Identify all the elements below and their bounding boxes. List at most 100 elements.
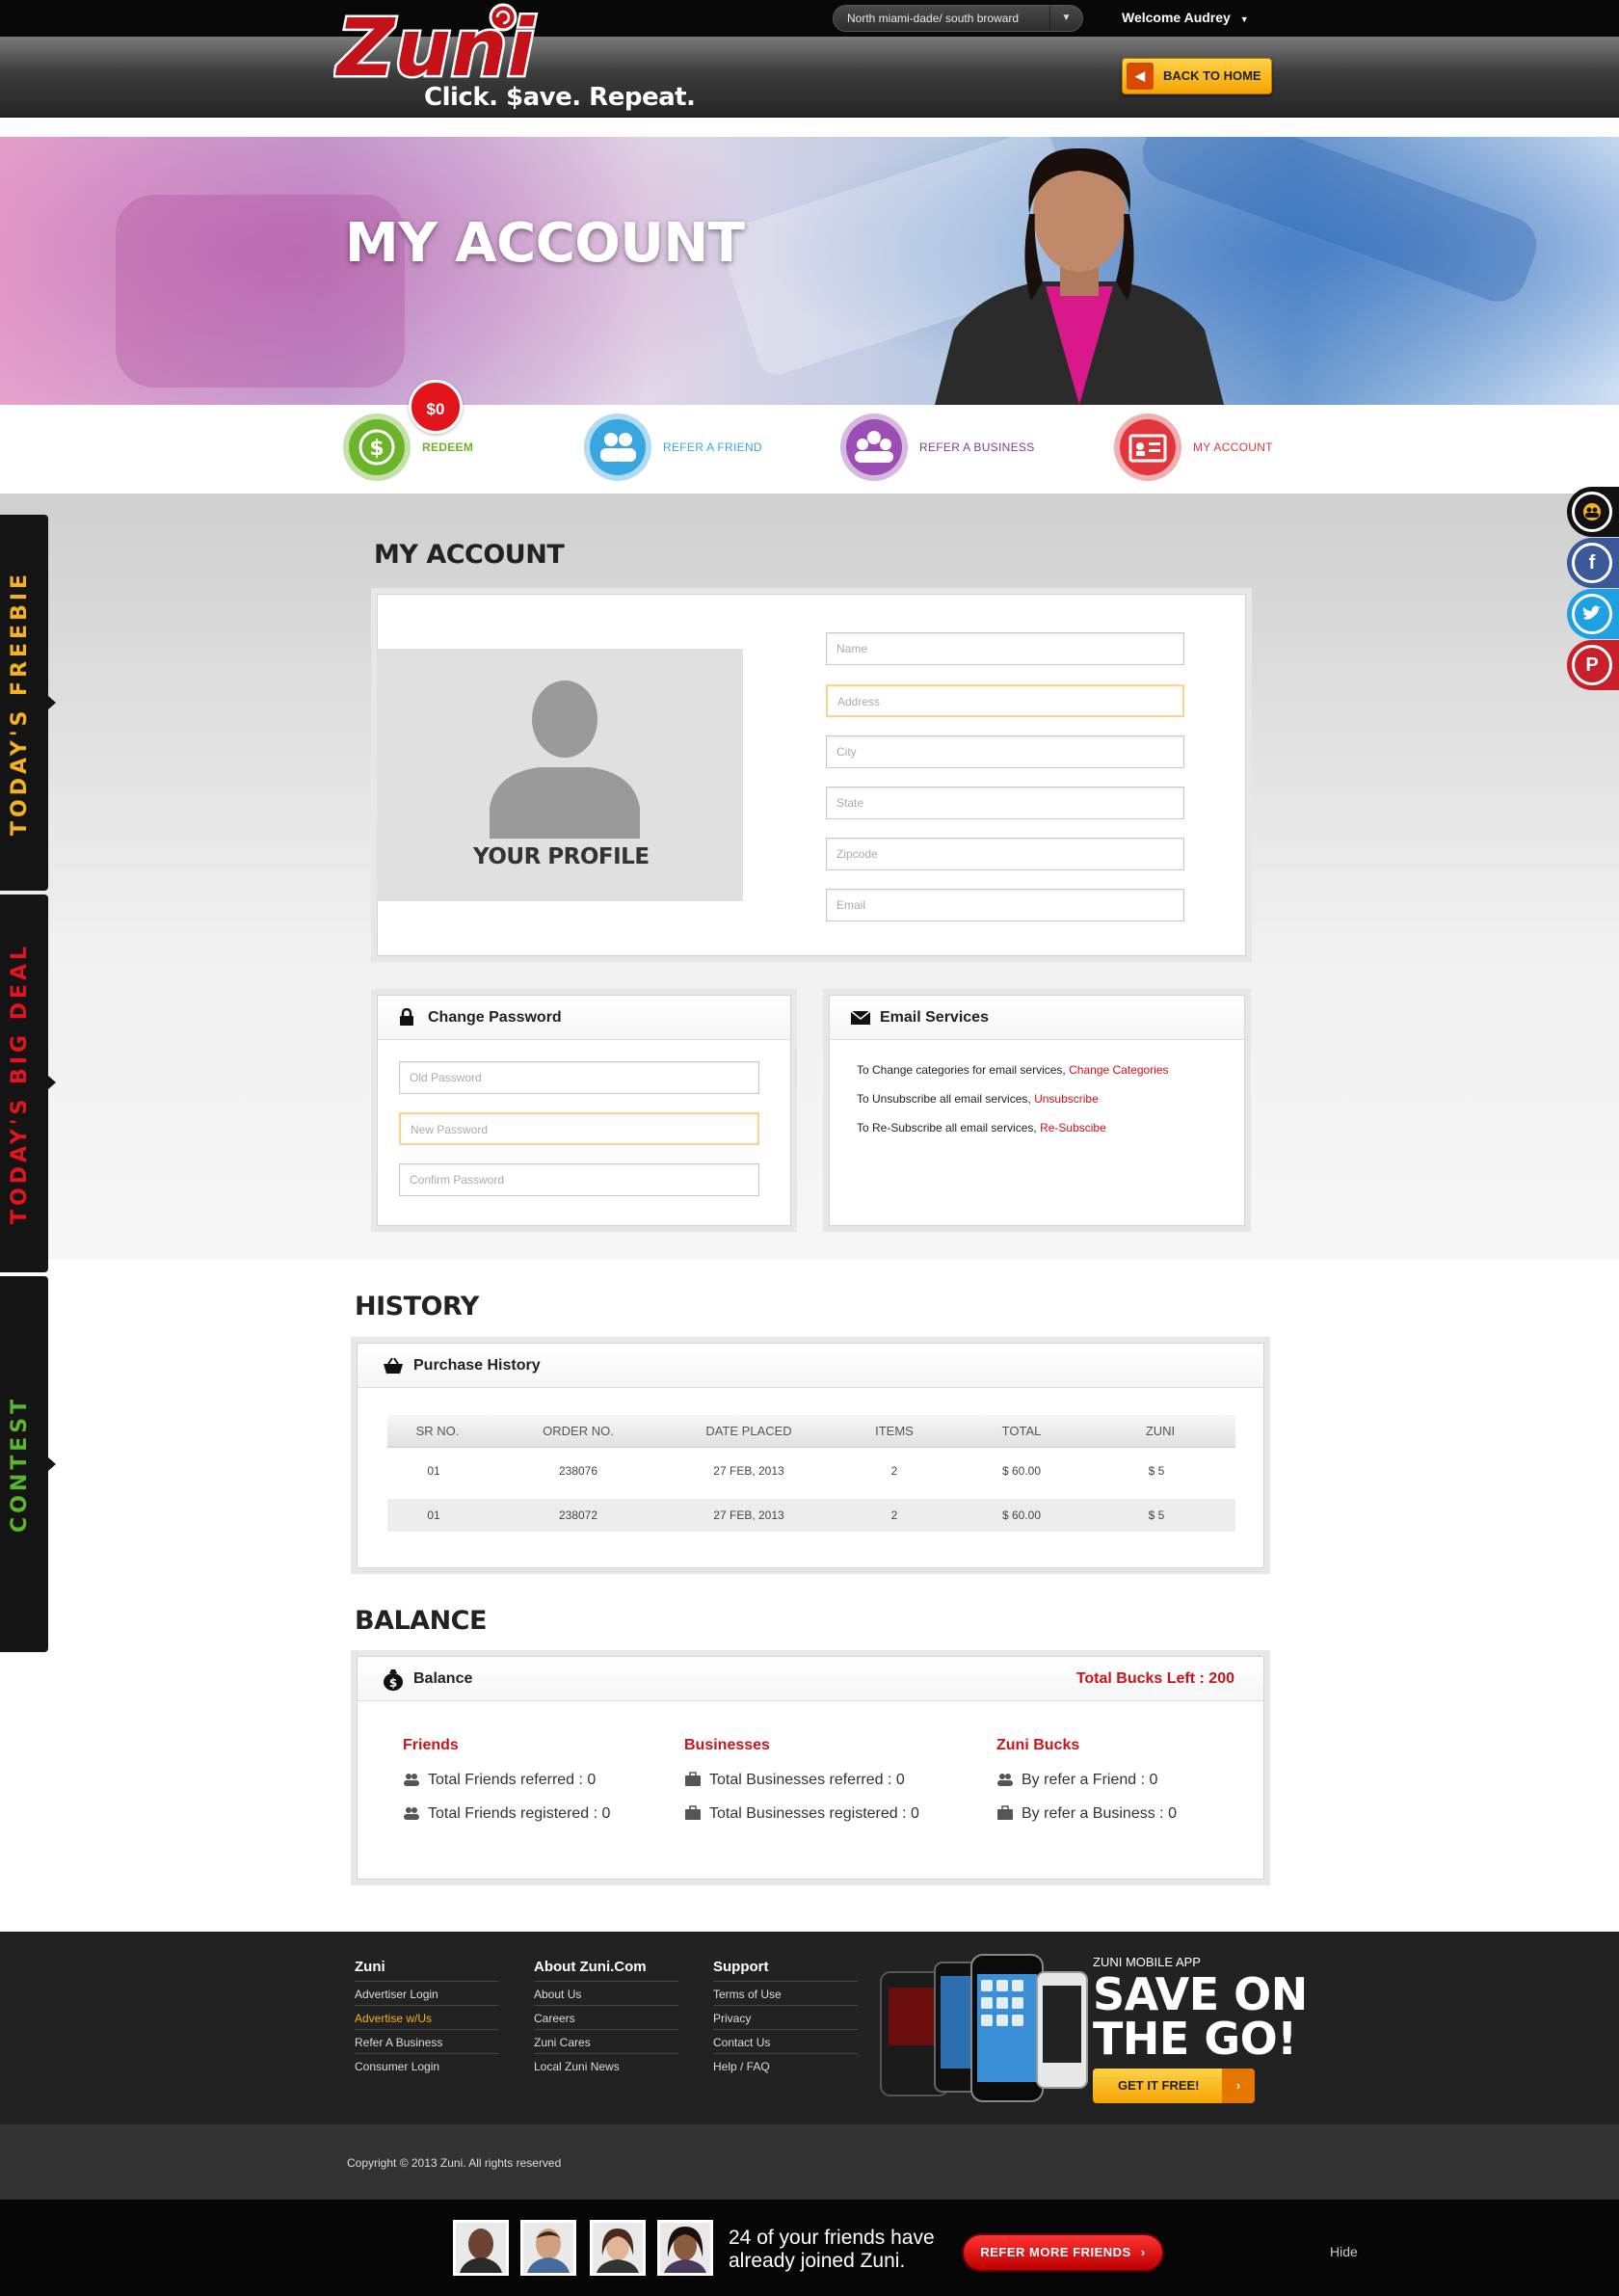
email-line-unsubscribe: To Unsubscribe all email services, Unsub…	[857, 1092, 1099, 1106]
unsubscribe-link[interactable]: Unsubscribe	[1034, 1092, 1099, 1106]
business-icon	[840, 414, 908, 481]
resubscribe-link[interactable]: Re-Subscibe	[1040, 1121, 1106, 1135]
businesses-heading: Businesses	[684, 1737, 770, 1753]
copyright: Copyright © 2013 Zuni. All rights reserv…	[347, 2156, 562, 2170]
facebook-button[interactable]: f	[1567, 538, 1619, 588]
footer-copyright-bar	[0, 2124, 1619, 2200]
tagline: Click. $ave. Repeat.	[424, 83, 696, 112]
user-menu[interactable]: Welcome Audrey ▼	[1122, 10, 1249, 25]
footer-link-advertise[interactable]: Advertise w/Us	[355, 2012, 432, 2025]
change-password-title: Change Password	[428, 1009, 562, 1026]
change-categories-link[interactable]: Change Categories	[1069, 1063, 1168, 1077]
zuni-bucks-heading: Zuni Bucks	[996, 1737, 1080, 1753]
name-field[interactable]: Name	[826, 632, 1184, 665]
balance-panel: $ Balance Total Bucks Left : 200	[357, 1656, 1264, 1880]
welcome-text: Welcome Audrey	[1122, 10, 1231, 25]
svg-text:$: $	[389, 1676, 397, 1690]
hero-background	[116, 137, 1537, 387]
footer-link-consumer-login[interactable]: Consumer Login	[355, 2060, 439, 2073]
footer-link-help[interactable]: Help / FAQ	[713, 2060, 770, 2073]
email-services-panel: Email Services To Change categories for …	[829, 995, 1245, 1226]
nav-my-account[interactable]: MY ACCOUNT	[1114, 413, 1273, 482]
footer	[0, 1932, 1619, 2124]
footer-link-contact[interactable]: Contact Us	[713, 2036, 770, 2049]
region-select[interactable]: North miami-dade/ south broward ▼	[833, 5, 1083, 32]
city-field[interactable]: City	[826, 735, 1184, 768]
footer-link-advertiser-login[interactable]: Advertiser Login	[355, 1988, 438, 2001]
footer-link-privacy[interactable]: Privacy	[713, 2012, 751, 2025]
email-field[interactable]: Email	[826, 889, 1184, 921]
email-services-title: Email Services	[880, 1009, 989, 1026]
app-kicker: ZUNI MOBILE APP	[1093, 1955, 1201, 1969]
nav-refer-business[interactable]: REFER A BUSINESS	[840, 413, 1035, 482]
history-heading: HISTORY	[355, 1292, 479, 1322]
friend-avatar[interactable]	[590, 2220, 646, 2276]
basket-icon	[384, 1357, 403, 1374]
friends-joined-text: 24 of your friends have already joined Z…	[729, 2227, 935, 2272]
envelope-icon	[851, 1010, 870, 1025]
balance-heading: BALANCE	[355, 1606, 487, 1636]
dollar-icon: $	[343, 414, 411, 481]
chevron-down-icon: ▼	[1049, 6, 1082, 31]
businesses-registered: Total Businesses registered : 0	[684, 1805, 919, 1823]
confirm-password-field[interactable]: Confirm Password	[399, 1163, 759, 1196]
col-order-no: ORDER NO.	[543, 1424, 614, 1438]
facebook-icon: f	[1572, 543, 1612, 583]
svg-text:$: $	[369, 437, 384, 461]
purchase-history-title: Purchase History	[413, 1357, 541, 1374]
contest-tab[interactable]: CONTEST	[0, 1276, 56, 1652]
state-field[interactable]: State	[826, 787, 1184, 819]
footer-link-local-news[interactable]: Local Zuni News	[534, 2060, 620, 2073]
history-table-header: SR NO. ORDER NO. DATE PLACED ITEMS TOTAL…	[387, 1415, 1235, 1471]
friend-avatar[interactable]	[657, 2220, 713, 2276]
app-headline-1: SAVE ON	[1093, 1968, 1308, 2020]
friend-avatar[interactable]	[520, 2220, 576, 2276]
col-total: TOTAL	[1001, 1424, 1042, 1438]
address-field[interactable]: Address	[826, 684, 1184, 717]
nav-refer-friend[interactable]: REFER A FRIEND	[584, 413, 762, 482]
hero-title: MY ACCOUNT	[345, 212, 745, 275]
account-nav	[0, 405, 1619, 494]
briefcase-icon	[685, 1772, 701, 1786]
chevron-down-icon: ▼	[1239, 14, 1249, 24]
money-bag-icon: $	[384, 1669, 403, 1691]
footer-link-zuni-cares[interactable]: Zuni Cares	[534, 2036, 591, 2049]
arrow-left-icon: ◀	[1127, 63, 1154, 90]
table-row[interactable]: 01 238076 27 FEB, 2013 2 $ 60.00 $ 5	[387, 1455, 1235, 1487]
redeem-balance-badge: $0	[409, 380, 463, 434]
friends-registered: Total Friends registered : 0	[403, 1805, 610, 1823]
footer-link-careers[interactable]: Careers	[534, 2012, 575, 2025]
todays-big-deal-tab[interactable]: TODAY'S BIG DEAL	[0, 894, 56, 1272]
balance-title: Balance	[413, 1670, 473, 1687]
old-password-field[interactable]: Old Password	[399, 1061, 759, 1094]
users-icon	[997, 1774, 1013, 1786]
back-to-home-button[interactable]: ◀ BACK TO HOME	[1122, 58, 1272, 94]
table-row[interactable]: 01 238072 27 FEB, 2013 2 $ 60.00 $ 5	[387, 1499, 1235, 1532]
new-password-field[interactable]: New Password	[399, 1112, 759, 1145]
bucks-by-friend: By refer a Friend : 0	[996, 1772, 1157, 1789]
users-icon	[404, 1807, 419, 1820]
footer-link-refer-business[interactable]: Refer A Business	[355, 2036, 442, 2049]
footer-link-terms[interactable]: Terms of Use	[713, 1988, 782, 2001]
footer-link-about-us[interactable]: About Us	[534, 1988, 581, 2001]
chevron-right-icon: ›	[1140, 2245, 1146, 2259]
col-items: ITEMS	[875, 1424, 914, 1438]
zipcode-field[interactable]: Zipcode	[826, 838, 1184, 870]
footer-col-about-title: About Zuni.Com	[534, 1959, 647, 1975]
app-headline-2: THE GO!	[1093, 2013, 1297, 2065]
refer-more-friends-button[interactable]: REFER MORE FRIENDS ›	[962, 2233, 1164, 2272]
friends-icon	[584, 414, 651, 481]
pinterest-button[interactable]: P	[1567, 640, 1619, 690]
users-icon	[404, 1774, 419, 1786]
friends-share-icon	[1572, 492, 1612, 532]
footer-col-zuni-title: Zuni	[355, 1959, 385, 1975]
twitter-button[interactable]	[1567, 589, 1619, 639]
share-friends-button[interactable]	[1567, 487, 1619, 537]
briefcase-icon	[997, 1805, 1013, 1820]
hide-bar-button[interactable]: Hide	[1330, 2244, 1358, 2259]
friend-avatar[interactable]	[453, 2220, 509, 2276]
todays-freebie-tab[interactable]: TODAY'S FREEBIE	[0, 515, 56, 891]
header-band	[0, 37, 1619, 118]
get-it-free-button[interactable]: GET IT FREE! ›	[1093, 2069, 1255, 2103]
friends-referred: Total Friends referred : 0	[403, 1772, 596, 1789]
